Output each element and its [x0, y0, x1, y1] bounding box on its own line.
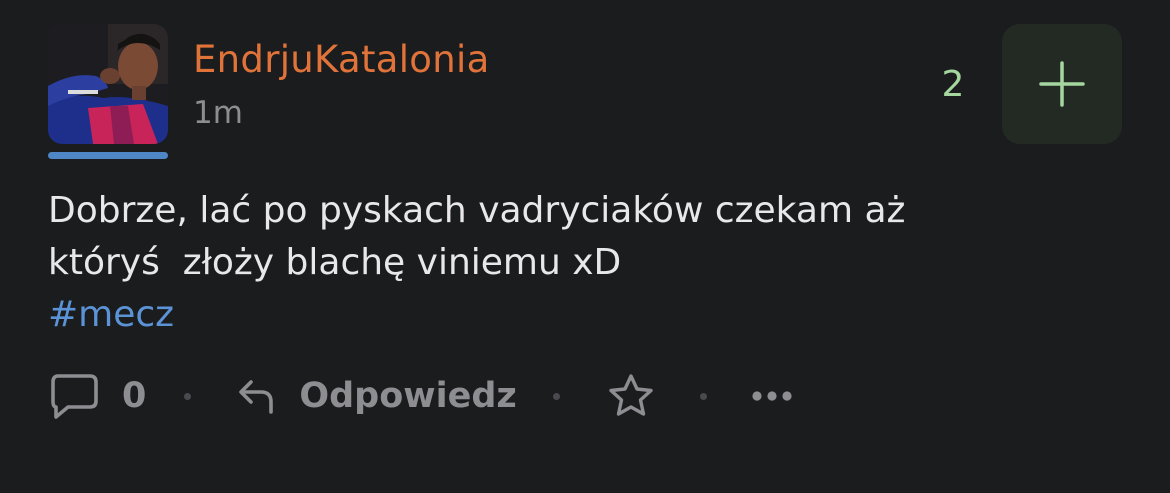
avatar-photo	[48, 24, 168, 144]
upvote-button[interactable]	[1002, 24, 1122, 144]
comment-icon	[51, 374, 98, 419]
separator-dot	[552, 392, 560, 400]
post-body-line: Dobrze, lać po pyskach vadryciaków czeka…	[48, 190, 906, 231]
vote-count: 2	[941, 64, 965, 105]
star-icon	[609, 374, 653, 416]
avatar-underline	[48, 152, 168, 159]
action-bar: 0 Odpowiedz	[48, 366, 793, 426]
avatar[interactable]	[48, 24, 168, 144]
hashtag-link[interactable]: #mecz	[48, 289, 174, 341]
favorite-button[interactable]	[606, 372, 656, 420]
author-avatar-wrap[interactable]	[48, 24, 168, 160]
more-horizontal-icon	[752, 391, 792, 401]
comment-count: 0	[122, 376, 147, 416]
comments-button[interactable]: 0	[48, 371, 146, 421]
post-body-line: któryś złoży blachę viniemu xD	[48, 242, 622, 283]
post-time: 1m	[193, 95, 243, 131]
author-username[interactable]: EndrjuKatalonia	[193, 38, 490, 81]
separator-dot	[699, 392, 707, 400]
separator-dot	[184, 392, 192, 400]
reply-label: Odpowiedz	[299, 376, 517, 416]
reply-arrow-icon	[239, 380, 274, 414]
plus-icon	[1039, 61, 1085, 107]
post-entry: EndrjuKatalonia 1m 2 Dobrze, lać po pysk…	[0, 0, 1170, 493]
post-body: Dobrze, lać po pyskach vadryciaków czeka…	[48, 185, 1108, 341]
reply-button[interactable]: Odpowiedz	[237, 376, 517, 416]
more-options-button[interactable]	[751, 389, 793, 403]
